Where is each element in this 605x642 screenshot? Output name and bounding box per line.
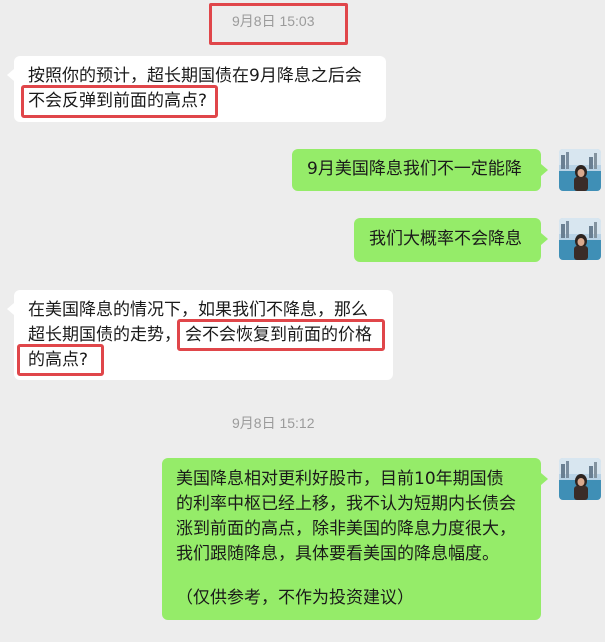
avatar-icon <box>559 218 601 260</box>
bubble-tail <box>7 303 14 315</box>
message-text: 我们跟随降息，具体要看美国的降息幅度。 <box>176 544 499 564</box>
message-text: 我们大概率不会降息 <box>369 229 522 249</box>
user-avatar[interactable] <box>559 458 601 500</box>
message-bubble-outgoing-2[interactable]: 9月美国降息我们不一定能降 <box>292 149 541 191</box>
bubble-tail <box>541 233 548 245</box>
timestamp-second: 9月8日 15:12 <box>232 415 315 431</box>
bubble-tail <box>541 473 548 485</box>
message-bubble-incoming-1[interactable]: 按照你的预计，超长期国债在9月降息之后会 不会反弹到前面的高点? <box>14 56 386 122</box>
message-bubble-incoming-4[interactable]: 在美国降息的情况下，如果我们不降息，那么 超长期国债的走势， 会不会恢复到前面的… <box>14 290 393 380</box>
message-bubble-outgoing-3[interactable]: 我们大概率不会降息 <box>354 218 541 262</box>
message-text: （仅供参考，不作为投资建议） <box>176 588 414 608</box>
avatar-icon <box>559 458 601 500</box>
message-text: 涨到前面的高点，除非美国的降息力度很大， <box>176 519 516 539</box>
bubble-tail <box>7 69 14 81</box>
text-highlight-box <box>17 344 104 376</box>
message-text: 9月美国降息我们不一定能降 <box>307 159 522 179</box>
message-text: 美国降息相对更利好股市，目前10年期国债 <box>176 469 504 489</box>
message-text: 的利率中枢已经上移，我不认为短期内长债会 <box>176 494 516 514</box>
user-avatar[interactable] <box>559 149 601 191</box>
timestamp-first: 9月8日 15:03 <box>232 13 315 29</box>
user-avatar[interactable] <box>559 218 601 260</box>
text-highlight-box <box>21 85 218 118</box>
message-bubble-outgoing-5[interactable]: 美国降息相对更利好股市，目前10年期国债 的利率中枢已经上移，我不认为短期内长债… <box>162 458 541 620</box>
bubble-tail <box>541 164 548 176</box>
text-highlight-box <box>177 319 385 351</box>
avatar-icon <box>559 149 601 191</box>
